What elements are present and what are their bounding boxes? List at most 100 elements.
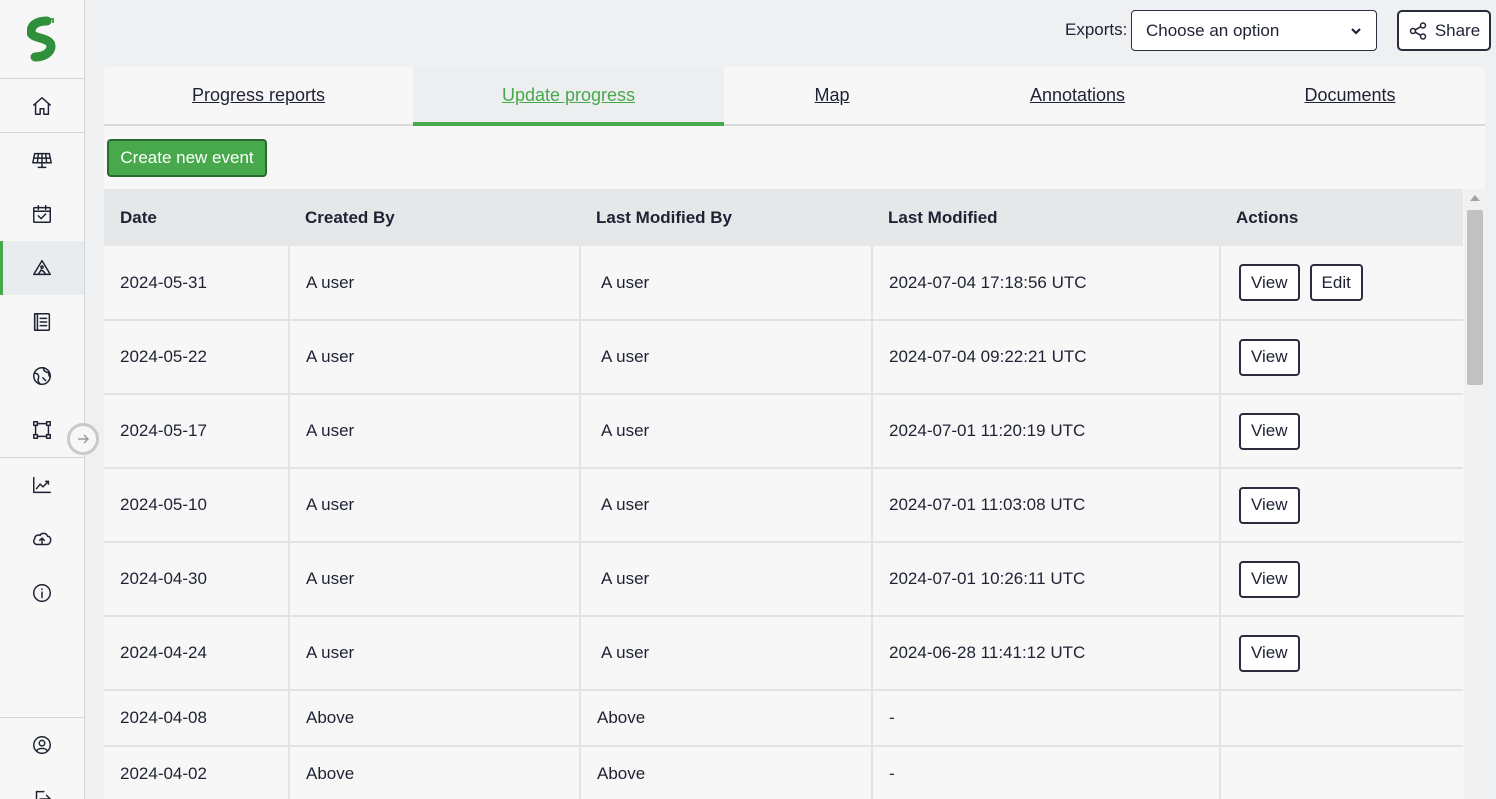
sidebar-item-globe[interactable] (0, 349, 84, 403)
share-button[interactable]: Share (1397, 10, 1491, 51)
sidebar-item-account[interactable] (0, 718, 84, 772)
cell-last-modified-by: Above (580, 746, 873, 799)
cell-actions: View (1220, 320, 1463, 395)
construction-progress-icon (33, 259, 51, 276)
view-button[interactable]: View (1239, 412, 1300, 450)
cell-created-by: Above (289, 746, 581, 799)
calendar-check-icon (33, 205, 51, 223)
globe-icon (33, 367, 51, 385)
table-row: 2024-05-22 A user A user 2024-07-04 09:2… (104, 320, 1463, 395)
info-icon (33, 584, 51, 602)
table-row: 2024-05-31 A user A user 2024-07-04 17:1… (104, 246, 1463, 321)
solar-panel-icon (32, 152, 52, 169)
main-card: Progress reports Update progress Map Ann… (104, 67, 1485, 799)
scrollbar-thumb[interactable] (1467, 210, 1483, 385)
cell-actions: View (1220, 394, 1463, 469)
view-button[interactable]: View (1239, 264, 1300, 301)
tab-bar: Progress reports Update progress Map Ann… (104, 67, 1485, 126)
cell-last-modified: 2024-07-01 11:03:08 UTC (872, 468, 1221, 543)
cell-actions: View (1220, 616, 1463, 691)
cell-last-modified-by: A user (580, 616, 873, 691)
sidebar-item-solar[interactable] (0, 133, 84, 187)
column-header-created-by: Created By (289, 189, 580, 246)
cell-last-modified: 2024-06-28 11:41:12 UTC (872, 616, 1221, 691)
cell-last-modified: - (872, 690, 1221, 747)
cell-created-by: A user (289, 320, 581, 395)
sidebar-item-home[interactable] (0, 79, 84, 133)
sidebar-item-upload[interactable] (0, 512, 84, 566)
cell-created-by: A user (289, 394, 581, 469)
cell-actions: View (1220, 468, 1463, 543)
column-header-last-modified: Last Modified (872, 189, 1220, 246)
cell-date: 2024-05-22 (104, 320, 290, 395)
cell-actions (1220, 746, 1463, 799)
cell-last-modified-by: A user (580, 394, 873, 469)
table-row: 2024-04-24 A user A user 2024-06-28 11:4… (104, 616, 1463, 691)
arrow-right-icon (78, 434, 90, 444)
cell-created-by: A user (289, 468, 581, 543)
user-circle-icon (33, 736, 51, 754)
sidebar-item-info[interactable] (0, 566, 84, 620)
tab-documents[interactable]: Documents (1215, 67, 1485, 124)
exports-select[interactable]: Choose an option (1131, 10, 1377, 51)
view-button[interactable]: View (1239, 486, 1300, 524)
cell-last-modified-by: A user (580, 542, 873, 617)
share-icon (1409, 21, 1427, 40)
trend-chart-icon (33, 476, 51, 494)
cell-date: 2024-05-17 (104, 394, 290, 469)
scroll-up-arrow-icon[interactable] (1470, 195, 1480, 201)
column-header-date: Date (104, 189, 289, 246)
create-new-event-button[interactable]: Create new event (107, 139, 267, 177)
cell-last-modified: 2024-07-01 11:20:19 UTC (872, 394, 1221, 469)
table-header-row: Date Created By Last Modified By Last Mo… (104, 189, 1463, 246)
view-button[interactable]: View (1239, 338, 1300, 376)
cell-last-modified: 2024-07-04 17:18:56 UTC (872, 246, 1221, 321)
sidebar-item-progress[interactable] (0, 241, 84, 295)
report-list-icon (33, 313, 51, 331)
cell-date: 2024-04-02 (104, 746, 290, 799)
sidebar-group-project (0, 133, 84, 458)
edit-button[interactable]: Edit (1309, 264, 1363, 301)
table-row: 2024-04-30 A user A user 2024-07-01 10:2… (104, 542, 1463, 617)
bounding-box-icon (33, 421, 51, 439)
tab-map[interactable]: Map (724, 67, 940, 124)
exports-label: Exports: (1065, 20, 1128, 39)
cell-last-modified-by: A user (580, 320, 873, 395)
cell-created-by: A user (289, 616, 581, 691)
sidebar-item-analytics[interactable] (0, 458, 84, 512)
sidebar-item-schedule[interactable] (0, 187, 84, 241)
sidebar-collapse-toggle[interactable] (67, 423, 99, 455)
cell-last-modified-by: A user (580, 246, 873, 321)
table-row: 2024-05-10 A user A user 2024-07-01 11:0… (104, 468, 1463, 543)
sidebar-item-logout[interactable] (0, 772, 84, 799)
sidebar-item-reports[interactable] (0, 295, 84, 349)
view-button[interactable]: View (1239, 560, 1300, 598)
cloud-upload-icon (33, 532, 52, 546)
table-scrollbar[interactable] (1464, 189, 1485, 799)
app-logo[interactable] (0, 0, 84, 79)
cell-created-by: Above (289, 690, 581, 747)
cell-actions: View Edit (1220, 246, 1463, 321)
view-button[interactable]: View (1239, 634, 1300, 672)
cell-created-by: A user (289, 542, 581, 617)
app-logo-icon (27, 16, 56, 62)
cell-last-modified: 2024-07-01 10:26:11 UTC (872, 542, 1221, 617)
sidebar-bottom (0, 717, 84, 799)
share-label: Share (1434, 20, 1481, 40)
cell-created-by: A user (289, 246, 581, 321)
cell-actions (1220, 690, 1463, 747)
tab-update-progress[interactable]: Update progress (413, 67, 724, 126)
table-row: 2024-05-17 A user A user 2024-07-01 11:2… (104, 394, 1463, 469)
home-icon (33, 96, 51, 115)
sidebar (0, 0, 85, 799)
table-row: 2024-04-08 Above Above - (104, 690, 1463, 747)
cell-date: 2024-04-30 (104, 542, 290, 617)
cell-date: 2024-05-10 (104, 468, 290, 543)
exports-select-value: Choose an option (1146, 20, 1280, 40)
cell-date: 2024-04-24 (104, 616, 290, 691)
cell-actions: View (1220, 542, 1463, 617)
cell-last-modified: - (872, 746, 1221, 799)
tab-annotations[interactable]: Annotations (940, 67, 1215, 124)
column-header-last-modified-by: Last Modified By (580, 189, 872, 246)
tab-progress-reports[interactable]: Progress reports (104, 67, 413, 124)
